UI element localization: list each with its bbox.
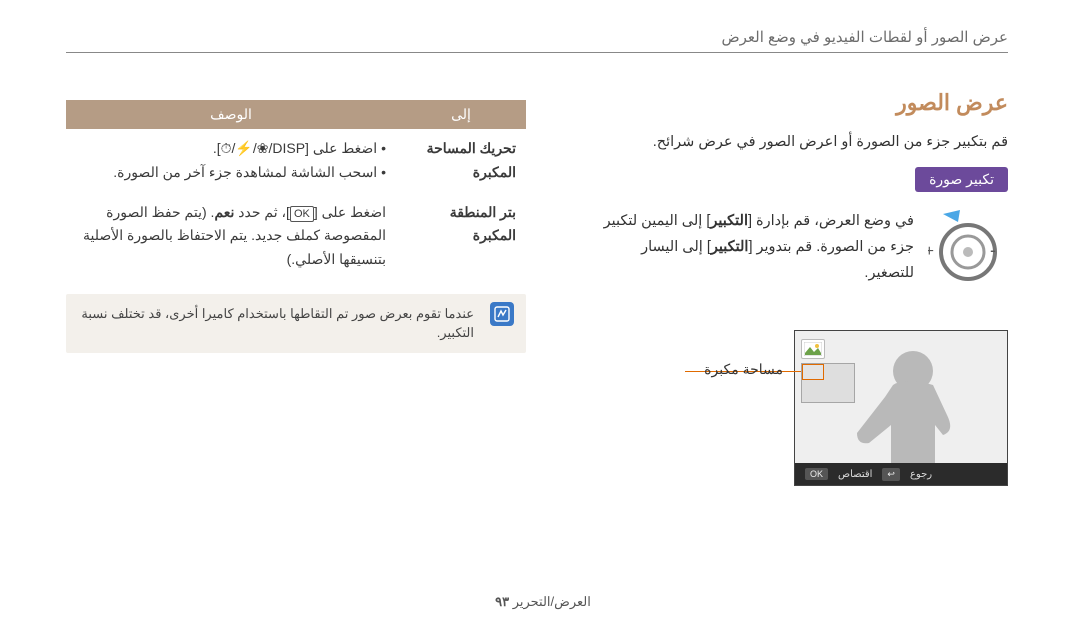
left-column: إلى الوصف تحريك المساحة المكبرة • اضغط ع… <box>66 100 526 353</box>
thumbnail-icon <box>801 339 825 359</box>
row-desc-crop: اضغط على [OK]، ثم حدد نعم. (يتم حفظ الصو… <box>66 193 396 280</box>
callout-label: مساحة مكبرة <box>704 361 783 378</box>
status-crop-label: اقتصاص <box>838 469 872 480</box>
instruction-table: إلى الوصف تحريك المساحة المكبرة • اضغط ع… <box>66 100 526 280</box>
preview-status-bar: OK اقتصاص ↩ رجوع <box>795 463 1007 485</box>
child-silhouette-icon <box>835 345 975 463</box>
page-footer: العرض/التحرير ٩٣ <box>0 594 1080 610</box>
bolt-icon: ⚡ <box>235 140 252 156</box>
ok-button-icon: OK <box>290 206 314 222</box>
r2-mid: ، ثم حدد <box>234 204 286 220</box>
note-text: عندما تقوم بعرض صور تم التقاطها باستخدام… <box>81 306 474 341</box>
row-desc-move: • اضغط على [DISP/❀/⚡/⏱]. • اسحب الشاشة ل… <box>66 129 396 193</box>
back-status-button: ↩ <box>882 468 900 481</box>
table-head-desc: الوصف <box>66 100 396 129</box>
footer-page-number: ٩٣ <box>495 594 509 609</box>
header-rule <box>66 52 1008 53</box>
row1-bullet2: اسحب الشاشة لمشاهدة جزء آخر من الصورة. <box>113 164 377 180</box>
zoom-keyword: التكبير <box>710 213 748 229</box>
intro-text: قم بتكبير جزء من الصورة أو اعرض الصور في… <box>588 130 1008 155</box>
r2-pre: اضغط على <box>318 204 386 220</box>
dial-instruction-row: + - في وضع العرض، قم بإدارة [التكبير] إل… <box>588 208 1008 288</box>
row-label-crop: بتر المنطقة المكبرة <box>396 193 526 280</box>
flower-icon: ❀ <box>257 140 269 156</box>
table-head-to: إلى <box>396 100 526 129</box>
note-box: عندما تقوم بعرض صور تم التقاطها باستخدام… <box>66 294 526 353</box>
row-label-move: تحريك المساحة المكبرة <box>396 129 526 193</box>
svg-text:+: + <box>928 243 934 260</box>
row1-bullet1-pre: اضغط على [DISP/ <box>268 140 377 156</box>
status-back-label: رجوع <box>910 469 932 480</box>
zoom-dial-icon: + - <box>928 208 1008 288</box>
svg-text:-: - <box>990 240 996 260</box>
timer-icon: ⏱ <box>221 140 232 156</box>
info-icon <box>490 302 514 326</box>
yes-keyword: نعم <box>214 204 234 220</box>
zoom-keyword: التكبير <box>711 239 749 255</box>
navigator-highlight <box>802 364 824 380</box>
section-heading-zoom: تكبير صورة <box>915 167 1008 192</box>
table-row: بتر المنطقة المكبرة اضغط على [OK]، ثم حد… <box>66 193 526 280</box>
dial-text-part: في وضع العرض، قم بإدارة [ <box>748 213 914 229</box>
right-column: عرض الصور قم بتكبير جزء من الصورة أو اعر… <box>588 90 1008 288</box>
page-title: عرض الصور <box>588 90 1008 116</box>
preview-illustration: مساحة مكبرة OK اقتصاص ↩ رجوع <box>794 330 1008 486</box>
dial-instruction-text: في وضع العرض، قم بإدارة [التكبير] إلى ال… <box>588 208 914 286</box>
breadcrumb: عرض الصور أو لقطات الفيديو في وضع العرض <box>721 28 1008 46</box>
table-row: تحريك المساحة المكبرة • اضغط على [DISP/❀… <box>66 129 526 193</box>
footer-section: العرض/التحرير <box>513 594 591 609</box>
ok-status-button: OK <box>805 468 828 480</box>
row1-bullet1-tail: ]. <box>213 140 221 156</box>
